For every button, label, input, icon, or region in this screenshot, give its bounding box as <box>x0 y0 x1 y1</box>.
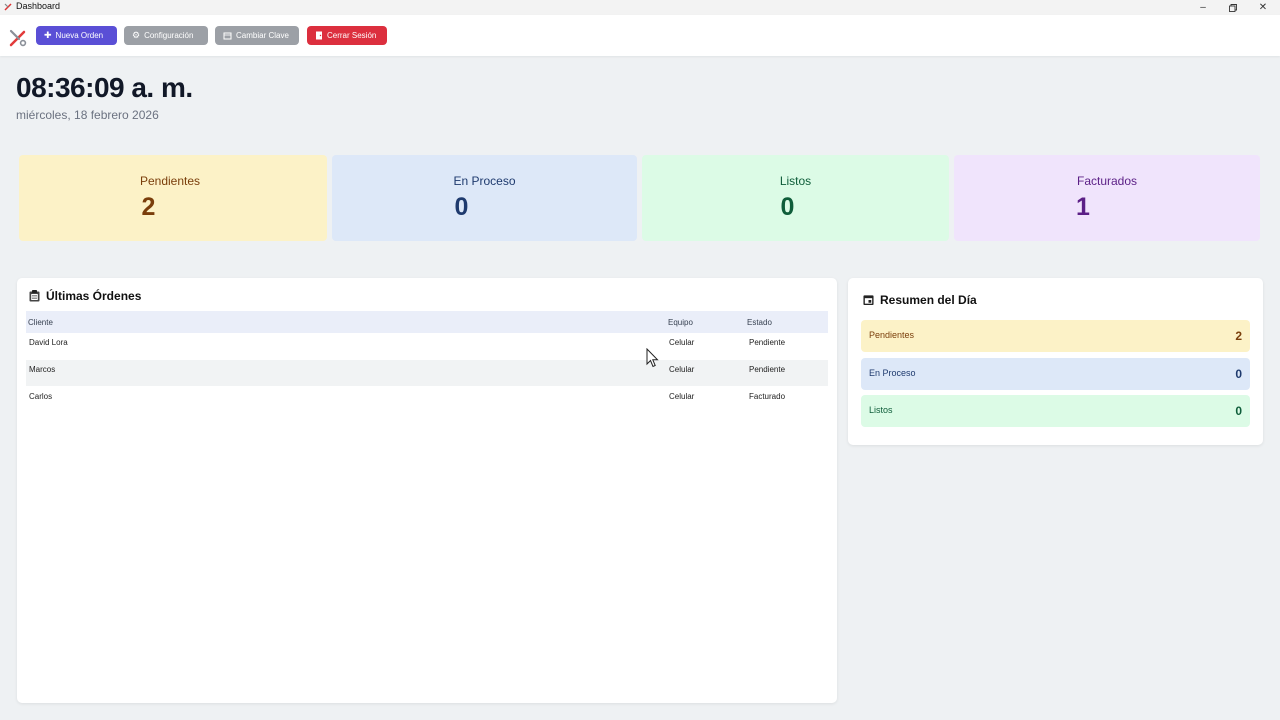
cell-estado: Pendiente <box>749 338 786 347</box>
stat-value: 1 <box>1076 193 1090 221</box>
summary-item-pendientes: Pendientes 2 <box>861 320 1250 352</box>
stat-value: 0 <box>780 193 795 221</box>
ultimas-ordenes-panel: Últimas Órdenes Cliente Equipo Estado Da… <box>17 278 837 703</box>
close-button[interactable]: ✕ <box>1248 0 1278 15</box>
cell-equipo: Celular <box>669 392 695 401</box>
column-header-estado[interactable]: Estado <box>747 318 772 327</box>
gear-icon: ⚙ <box>132 30 141 40</box>
stat-label: Facturados <box>1076 174 1138 188</box>
cell-estado: Facturado <box>749 392 786 401</box>
stat-card-facturados: Facturados 1 <box>954 155 1260 241</box>
column-header-equipo[interactable]: Equipo <box>668 318 693 327</box>
clipboard-icon <box>29 290 40 302</box>
toolbar: ✚ Nueva Orden ⚙ Configuración Cambiar Cl… <box>0 15 1280 56</box>
maximize-button[interactable] <box>1218 0 1248 15</box>
calendar-icon <box>863 295 874 306</box>
cerrar-sesion-button[interactable]: Cerrar Sesión <box>307 26 387 45</box>
clock-time: 08:36:09 a. m. <box>16 72 193 103</box>
column-header-cliente[interactable]: Cliente <box>28 318 53 327</box>
cell-cliente: Marcos <box>29 365 56 374</box>
stat-value: 2 <box>141 193 156 221</box>
cell-equipo: Celular <box>669 338 695 347</box>
stat-label: Listos <box>779 174 812 188</box>
cell-estado: Pendiente <box>749 365 786 374</box>
table-row[interactable]: Marcos Celular Pendiente <box>26 360 828 386</box>
window-titlebar: Dashboard – ✕ <box>0 0 1280 15</box>
configuracion-button[interactable]: ⚙ Configuración <box>124 26 208 45</box>
cell-cliente: Carlos <box>29 392 53 401</box>
cell-equipo: Celular <box>669 365 695 374</box>
key-icon <box>223 32 232 40</box>
summary-item-en-proceso: En Proceso 0 <box>861 358 1250 390</box>
clock-date: miércoles, 18 febrero 2026 <box>16 108 159 122</box>
nueva-orden-label: Nueva Orden <box>55 31 104 40</box>
stat-card-listos: Listos 0 <box>642 155 949 241</box>
minimize-button[interactable]: – <box>1188 0 1218 15</box>
ultimas-ordenes-title: Últimas Órdenes <box>46 289 142 303</box>
close-icon: ✕ <box>1258 2 1268 13</box>
summary-value: 0 <box>1235 404 1242 418</box>
mouse-cursor-icon <box>646 348 659 368</box>
nueva-orden-button[interactable]: ✚ Nueva Orden <box>36 26 117 45</box>
orders-table-header: Cliente Equipo Estado <box>26 311 828 333</box>
logout-icon <box>316 31 322 40</box>
stat-value: 0 <box>454 193 469 221</box>
cambiar-clave-label: Cambiar Clave <box>236 31 289 40</box>
summary-label: En Proceso <box>869 368 916 378</box>
configuracion-label: Configuración <box>144 31 194 40</box>
stat-card-en-proceso: En Proceso 0 <box>332 155 637 241</box>
window-title: Dashboard <box>16 1 61 11</box>
stat-label: En Proceso <box>453 174 516 188</box>
resumen-title: Resumen del Día <box>880 293 977 307</box>
cambiar-clave-button[interactable]: Cambiar Clave <box>215 26 299 45</box>
minimize-icon: – <box>1200 2 1206 13</box>
cerrar-sesion-label: Cerrar Sesión <box>327 31 377 40</box>
stat-label: Pendientes <box>139 174 201 188</box>
summary-item-listos: Listos 0 <box>861 395 1250 427</box>
plus-icon: ✚ <box>44 30 52 40</box>
app-icon <box>4 3 12 11</box>
restore-icon <box>1229 3 1237 12</box>
table-row[interactable]: David Lora Celular Pendiente <box>26 333 828 359</box>
cell-cliente: David Lora <box>29 338 68 347</box>
summary-label: Listos <box>869 405 893 415</box>
resumen-del-dia-panel: Resumen del Día Pendientes 2 En Proceso … <box>848 278 1263 445</box>
summary-value: 0 <box>1235 367 1242 381</box>
stat-card-pendientes: Pendientes 2 <box>19 155 327 241</box>
table-row[interactable]: Carlos Celular Facturado <box>26 387 828 413</box>
resumen-heading: Resumen del Día <box>863 293 977 307</box>
tools-logo-icon <box>9 29 27 47</box>
ultimas-ordenes-heading: Últimas Órdenes <box>29 289 141 303</box>
summary-value: 2 <box>1235 329 1242 343</box>
summary-label: Pendientes <box>869 330 915 340</box>
